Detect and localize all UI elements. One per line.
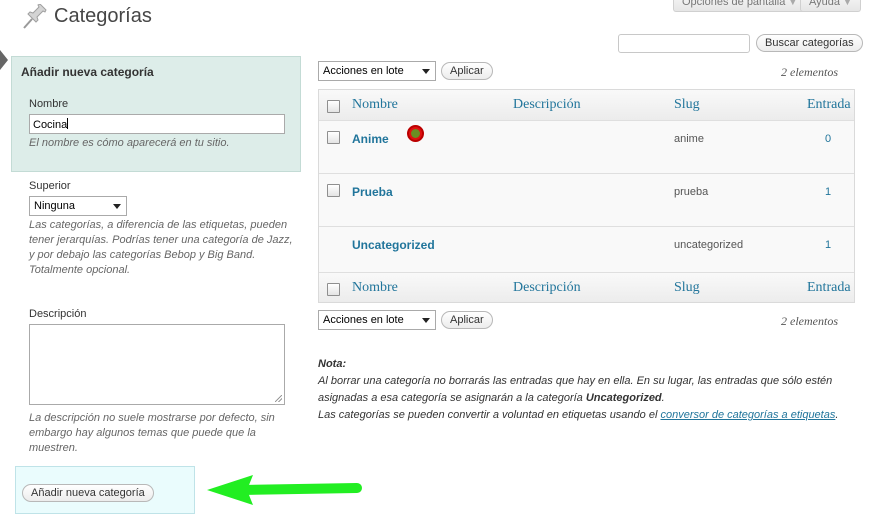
column-posts-footer[interactable]: Entrada bbox=[807, 280, 851, 296]
parent-select[interactable]: Ninguna bbox=[29, 196, 127, 216]
note-uncategorized: Uncategorized bbox=[585, 392, 662, 404]
page-title: Categorías bbox=[54, 5, 152, 27]
bulk-actions-value: Acciones en lote bbox=[323, 314, 404, 326]
note-line-2-end: . bbox=[835, 409, 839, 421]
description-help: La descripción no suele mostrarse por de… bbox=[29, 412, 275, 454]
form-title: Añadir nueva categoría bbox=[21, 65, 154, 79]
help-button[interactable]: Ayuda ▼ bbox=[800, 0, 861, 12]
column-name-footer[interactable]: Nombre bbox=[352, 280, 398, 296]
column-name[interactable]: Nombre bbox=[352, 97, 398, 113]
bulk-actions-select-top[interactable]: Acciones en lote bbox=[318, 61, 436, 81]
note-heading: Nota: bbox=[318, 358, 347, 370]
converter-link[interactable]: conversor de categorías a etiquetas bbox=[660, 409, 835, 421]
categories-table: Nombre Descripción Slug Entrada Anime an… bbox=[318, 89, 855, 303]
note-line-2: Las categorías se pueden convertir a vol… bbox=[318, 407, 858, 424]
caret-down-icon bbox=[113, 204, 121, 209]
name-label: Nombre bbox=[29, 98, 69, 110]
row-checkbox[interactable] bbox=[327, 184, 340, 197]
description-textarea[interactable] bbox=[29, 324, 285, 405]
green-arrow-annotation bbox=[207, 475, 362, 505]
select-all-checkbox-footer[interactable] bbox=[327, 283, 340, 296]
apply-button-bottom[interactable]: Aplicar bbox=[441, 311, 493, 329]
row-count-link[interactable]: 1 bbox=[825, 186, 831, 198]
parent-label: Superior bbox=[29, 180, 71, 192]
column-slug[interactable]: Slug bbox=[674, 97, 700, 113]
resize-handle-icon[interactable] bbox=[275, 395, 282, 402]
parent-help: Las categorías, a diferencia de las etiq… bbox=[29, 219, 293, 276]
caret-down-icon bbox=[422, 69, 430, 74]
row-slug: anime bbox=[674, 133, 704, 145]
table-row: Prueba prueba 1 bbox=[319, 174, 854, 227]
name-input-value: Cocina bbox=[33, 119, 68, 131]
name-help: El nombre es cómo aparecerá en tu sitio. bbox=[29, 137, 230, 149]
screen-options-button[interactable]: Opciones de pantalla ▼ bbox=[673, 0, 807, 12]
column-description-footer[interactable]: Descripción bbox=[513, 280, 581, 296]
note-line-1-end: . bbox=[661, 392, 665, 404]
triangle-down-icon: ▼ bbox=[788, 0, 798, 7]
table-row: Uncategorized uncategorized 1 bbox=[319, 227, 854, 272]
row-count-link[interactable]: 0 bbox=[825, 133, 831, 145]
bulk-actions-value: Acciones en lote bbox=[323, 65, 404, 77]
row-name-link[interactable]: Anime bbox=[352, 132, 389, 146]
row-checkbox[interactable] bbox=[327, 131, 340, 144]
table-footer: Nombre Descripción Slug Entrada bbox=[319, 272, 854, 302]
parent-select-value: Ninguna bbox=[34, 200, 75, 212]
items-count-bottom: 2 elementos bbox=[781, 314, 838, 328]
note-line-1: Al borrar una categoría no borrarás las … bbox=[318, 373, 858, 407]
screen-options-label: Opciones de pantalla bbox=[682, 0, 786, 8]
row-slug: prueba bbox=[674, 186, 709, 198]
column-slug-footer[interactable]: Slug bbox=[674, 280, 700, 296]
text-cursor bbox=[67, 118, 69, 129]
description-label: Descripción bbox=[29, 308, 87, 320]
caret-down-icon bbox=[422, 318, 430, 323]
name-input[interactable]: Cocina bbox=[29, 114, 285, 134]
note-line-2-text: Las categorías se pueden convertir a vol… bbox=[318, 409, 661, 421]
table-header: Nombre Descripción Slug Entrada bbox=[319, 90, 854, 121]
pushpin-icon bbox=[23, 4, 47, 29]
table-row: Anime anime 0 bbox=[319, 121, 854, 174]
row-count-link[interactable]: 1 bbox=[825, 239, 831, 251]
row-name-link[interactable]: Prueba bbox=[352, 185, 393, 199]
search-categories-button[interactable]: Buscar categorías bbox=[756, 34, 863, 52]
column-posts[interactable]: Entrada bbox=[807, 97, 851, 113]
select-all-checkbox[interactable] bbox=[327, 100, 340, 113]
row-slug: uncategorized bbox=[674, 239, 744, 251]
note-section: Nota: Al borrar una categoría no borrará… bbox=[318, 356, 858, 424]
search-input[interactable] bbox=[618, 34, 750, 53]
row-name-link[interactable]: Uncategorized bbox=[352, 238, 435, 252]
triangle-down-icon: ▼ bbox=[843, 0, 852, 7]
bulk-actions-select-bottom[interactable]: Acciones en lote bbox=[318, 310, 436, 330]
red-dot-annotation bbox=[407, 125, 424, 142]
apply-button-top[interactable]: Aplicar bbox=[441, 62, 493, 80]
collapse-arrow-icon bbox=[0, 50, 8, 70]
note-line-1-text: Al borrar una categoría no borrarás las … bbox=[318, 375, 833, 404]
add-category-button[interactable]: Añadir nueva categoría bbox=[22, 484, 154, 502]
items-count-top: 2 elementos bbox=[781, 65, 838, 79]
help-label: Ayuda bbox=[809, 0, 840, 8]
column-description[interactable]: Descripción bbox=[513, 97, 581, 113]
